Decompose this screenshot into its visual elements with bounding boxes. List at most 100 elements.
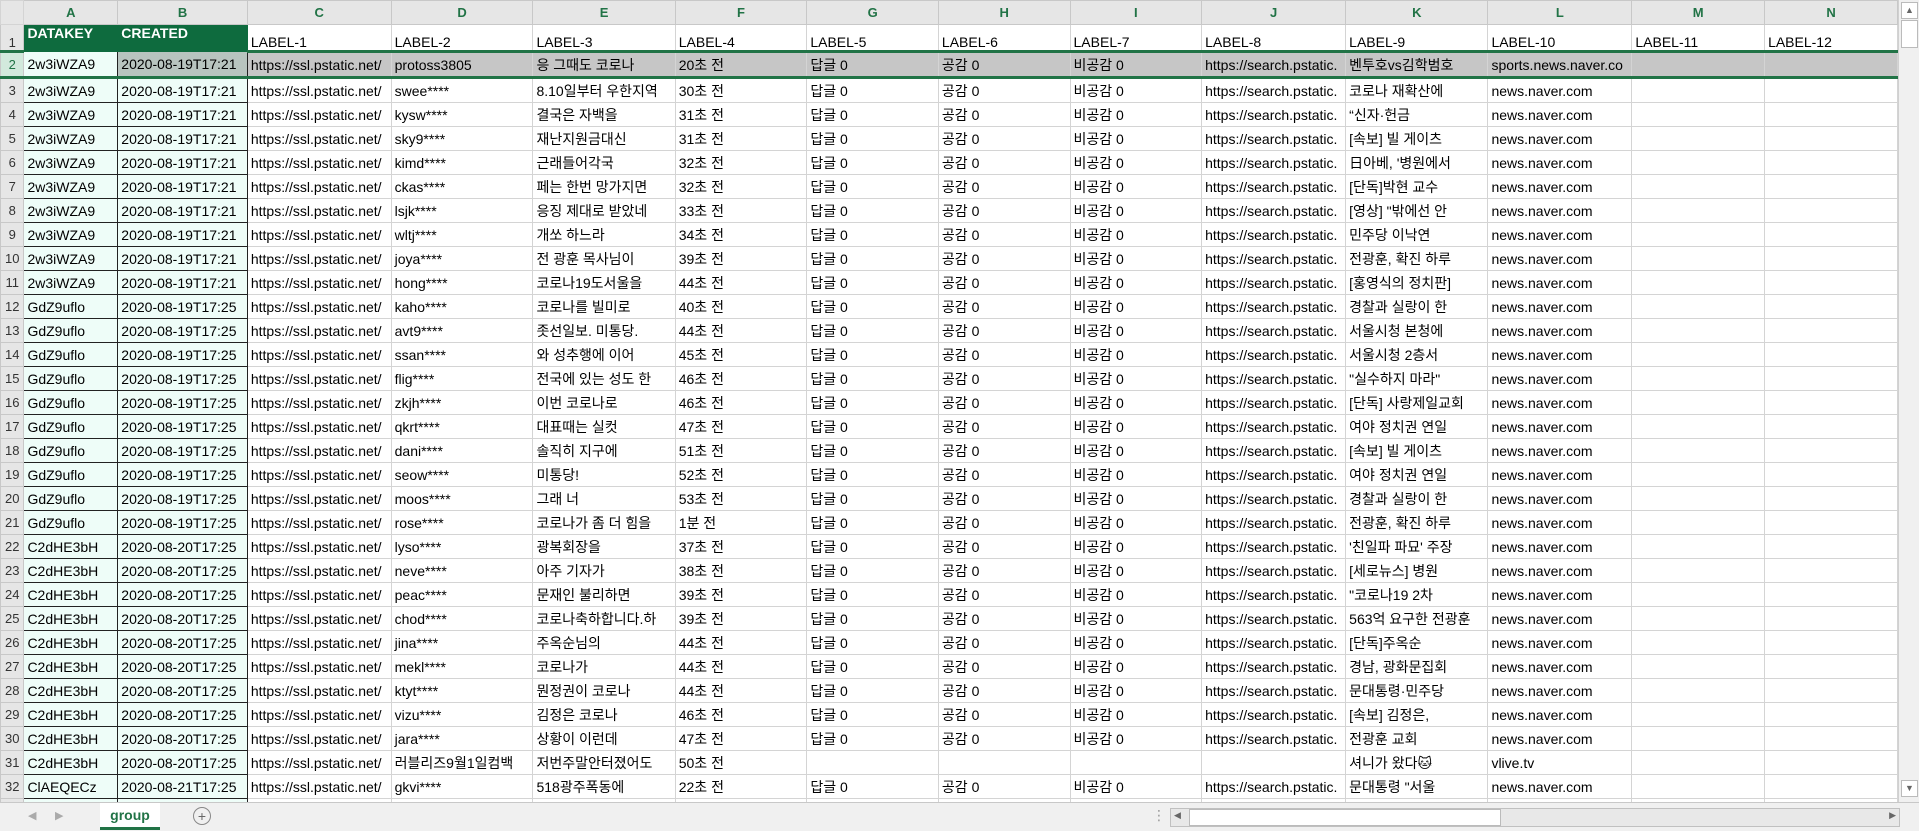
cell-M9[interactable] (1631, 222, 1766, 247)
cell-G4[interactable]: 답글 0 (806, 102, 939, 127)
cell-A32[interactable]: ClAEQECz (23, 774, 119, 799)
cell-J22[interactable]: https://search.pstatic. (1201, 534, 1347, 559)
cell-G16[interactable]: 답글 0 (806, 390, 939, 415)
cell-K30[interactable]: 전광훈 교회 (1345, 726, 1489, 751)
cell-H10[interactable]: 공감 0 (937, 246, 1071, 271)
cell-B14[interactable]: 2020-08-19T17:25 (117, 342, 248, 367)
cell-A15[interactable]: GdZ9uflo (23, 366, 119, 391)
cell-L19[interactable]: news.naver.com (1487, 462, 1633, 487)
row-header[interactable]: 23 (0, 558, 25, 583)
cell-C3[interactable]: https://ssl.pstatic.net/ (246, 77, 392, 103)
cell-D9[interactable]: wltj**** (390, 222, 534, 247)
cell-H6[interactable]: 공감 0 (937, 150, 1071, 175)
cell-J26[interactable]: https://search.pstatic. (1201, 630, 1347, 655)
cell-L8[interactable]: news.naver.com (1487, 198, 1633, 223)
cell-G21[interactable]: 답글 0 (806, 510, 939, 535)
cell-K19[interactable]: 여야 정치권 연일 (1345, 462, 1489, 487)
cell-K20[interactable]: 경찰과 실랑이 한 (1345, 486, 1489, 511)
cell-E22[interactable]: 광복회장을 (532, 534, 676, 559)
cell-B8[interactable]: 2020-08-19T17:21 (117, 198, 248, 223)
cell-J3[interactable]: https://search.pstatic. (1201, 77, 1347, 103)
cell-J21[interactable]: https://search.pstatic. (1201, 510, 1347, 535)
cell-C15[interactable]: https://ssl.pstatic.net/ (246, 366, 392, 391)
cell-M13[interactable] (1631, 318, 1766, 343)
cell-B12[interactable]: 2020-08-19T17:25 (117, 294, 248, 319)
row-header[interactable]: 20 (0, 486, 25, 511)
cell-H1[interactable]: LABEL-6 (937, 24, 1071, 53)
cell-M5[interactable] (1631, 126, 1766, 151)
cell-I23[interactable]: 비공감 0 (1069, 558, 1203, 583)
cell-M32[interactable] (1631, 774, 1766, 799)
cell-F17[interactable]: 47초 전 (674, 414, 808, 439)
cell-E3[interactable]: 8.10일부터 우한지역 (532, 77, 676, 103)
row-header[interactable]: 24 (0, 582, 25, 607)
cell-M31[interactable] (1631, 750, 1766, 775)
cell-G23[interactable]: 답글 0 (806, 558, 939, 583)
cell-F3[interactable]: 30초 전 (674, 77, 808, 103)
cell-D6[interactable]: kimd**** (390, 150, 534, 175)
row-header[interactable]: 27 (0, 654, 25, 679)
cell-L7[interactable]: news.naver.com (1487, 174, 1633, 199)
cell-B30[interactable]: 2020-08-20T17:25 (117, 726, 248, 751)
cell-I6[interactable]: 비공감 0 (1069, 150, 1203, 175)
cell-D5[interactable]: sky9**** (390, 126, 534, 151)
cell-I28[interactable]: 비공감 0 (1069, 678, 1203, 703)
cell-F6[interactable]: 32초 전 (674, 150, 808, 175)
cell-E25[interactable]: 코로나축하합니다.하 (532, 606, 676, 631)
row-header[interactable]: 14 (0, 342, 25, 367)
cell-N7[interactable] (1764, 174, 1898, 199)
cell-L6[interactable]: news.naver.com (1487, 150, 1633, 175)
cell-B31[interactable]: 2020-08-20T17:25 (117, 750, 248, 775)
cell-D21[interactable]: rose**** (390, 510, 534, 535)
cell-N12[interactable] (1764, 294, 1898, 319)
cell-C18[interactable]: https://ssl.pstatic.net/ (246, 438, 392, 463)
cell-M10[interactable] (1631, 246, 1766, 271)
cell-J1[interactable]: LABEL-8 (1201, 24, 1347, 53)
cell-C10[interactable]: https://ssl.pstatic.net/ (246, 246, 392, 271)
cell-I15[interactable]: 비공감 0 (1069, 366, 1203, 391)
cell-N27[interactable] (1764, 654, 1898, 679)
cell-F2[interactable]: 20초 전 (674, 51, 808, 79)
cell-G24[interactable]: 답글 0 (806, 582, 939, 607)
cell-I2[interactable]: 비공감 0 (1069, 51, 1203, 79)
column-header-B[interactable]: B (117, 0, 248, 25)
splitter-handle-icon[interactable]: ⋮ (1152, 807, 1166, 824)
cell-B10[interactable]: 2020-08-19T17:21 (117, 246, 248, 271)
cell-H4[interactable]: 공감 0 (937, 102, 1071, 127)
column-header-M[interactable]: M (1631, 0, 1766, 25)
cell-K6[interactable]: 日아베, '병원에서 (1345, 150, 1489, 175)
cell-G18[interactable]: 답글 0 (806, 438, 939, 463)
cell-N19[interactable] (1764, 462, 1898, 487)
cell-K3[interactable]: 코로나 재확산에 (1345, 77, 1489, 103)
cell-H27[interactable]: 공감 0 (937, 654, 1071, 679)
cell-N30[interactable] (1764, 726, 1898, 751)
cell-F10[interactable]: 39초 전 (674, 246, 808, 271)
cell-M26[interactable] (1631, 630, 1766, 655)
cell-N1[interactable]: LABEL-12 (1764, 24, 1898, 53)
row-header[interactable]: 18 (0, 438, 25, 463)
cell-M11[interactable] (1631, 270, 1766, 295)
cell-A23[interactable]: C2dHE3bH (23, 558, 119, 583)
cell-E7[interactable]: 페는 한번 망가지면 (532, 174, 676, 199)
cell-I3[interactable]: 비공감 0 (1069, 77, 1203, 103)
cell-F8[interactable]: 33초 전 (674, 198, 808, 223)
column-header-A[interactable]: A (23, 0, 119, 25)
cell-N26[interactable] (1764, 630, 1898, 655)
row-header[interactable]: 19 (0, 462, 25, 487)
vertical-scrollbar[interactable]: ▲ ▼ (1898, 0, 1919, 802)
column-header-D[interactable]: D (390, 0, 534, 25)
cell-A22[interactable]: C2dHE3bH (23, 534, 119, 559)
cell-G26[interactable]: 답글 0 (806, 630, 939, 655)
column-header-C[interactable]: C (246, 0, 392, 25)
cell-M19[interactable] (1631, 462, 1766, 487)
cell-H24[interactable]: 공감 0 (937, 582, 1071, 607)
cell-F32[interactable]: 22초 전 (674, 774, 808, 799)
cell-K15[interactable]: "실수하지 마라" (1345, 366, 1489, 391)
row-header[interactable]: 8 (0, 198, 25, 223)
cell-E15[interactable]: 전국에 있는 성도 한 (532, 366, 676, 391)
row-header[interactable]: 4 (0, 102, 25, 127)
cell-A21[interactable]: GdZ9uflo (23, 510, 119, 535)
cell-C9[interactable]: https://ssl.pstatic.net/ (246, 222, 392, 247)
cell-L26[interactable]: news.naver.com (1487, 630, 1633, 655)
cell-L18[interactable]: news.naver.com (1487, 438, 1633, 463)
